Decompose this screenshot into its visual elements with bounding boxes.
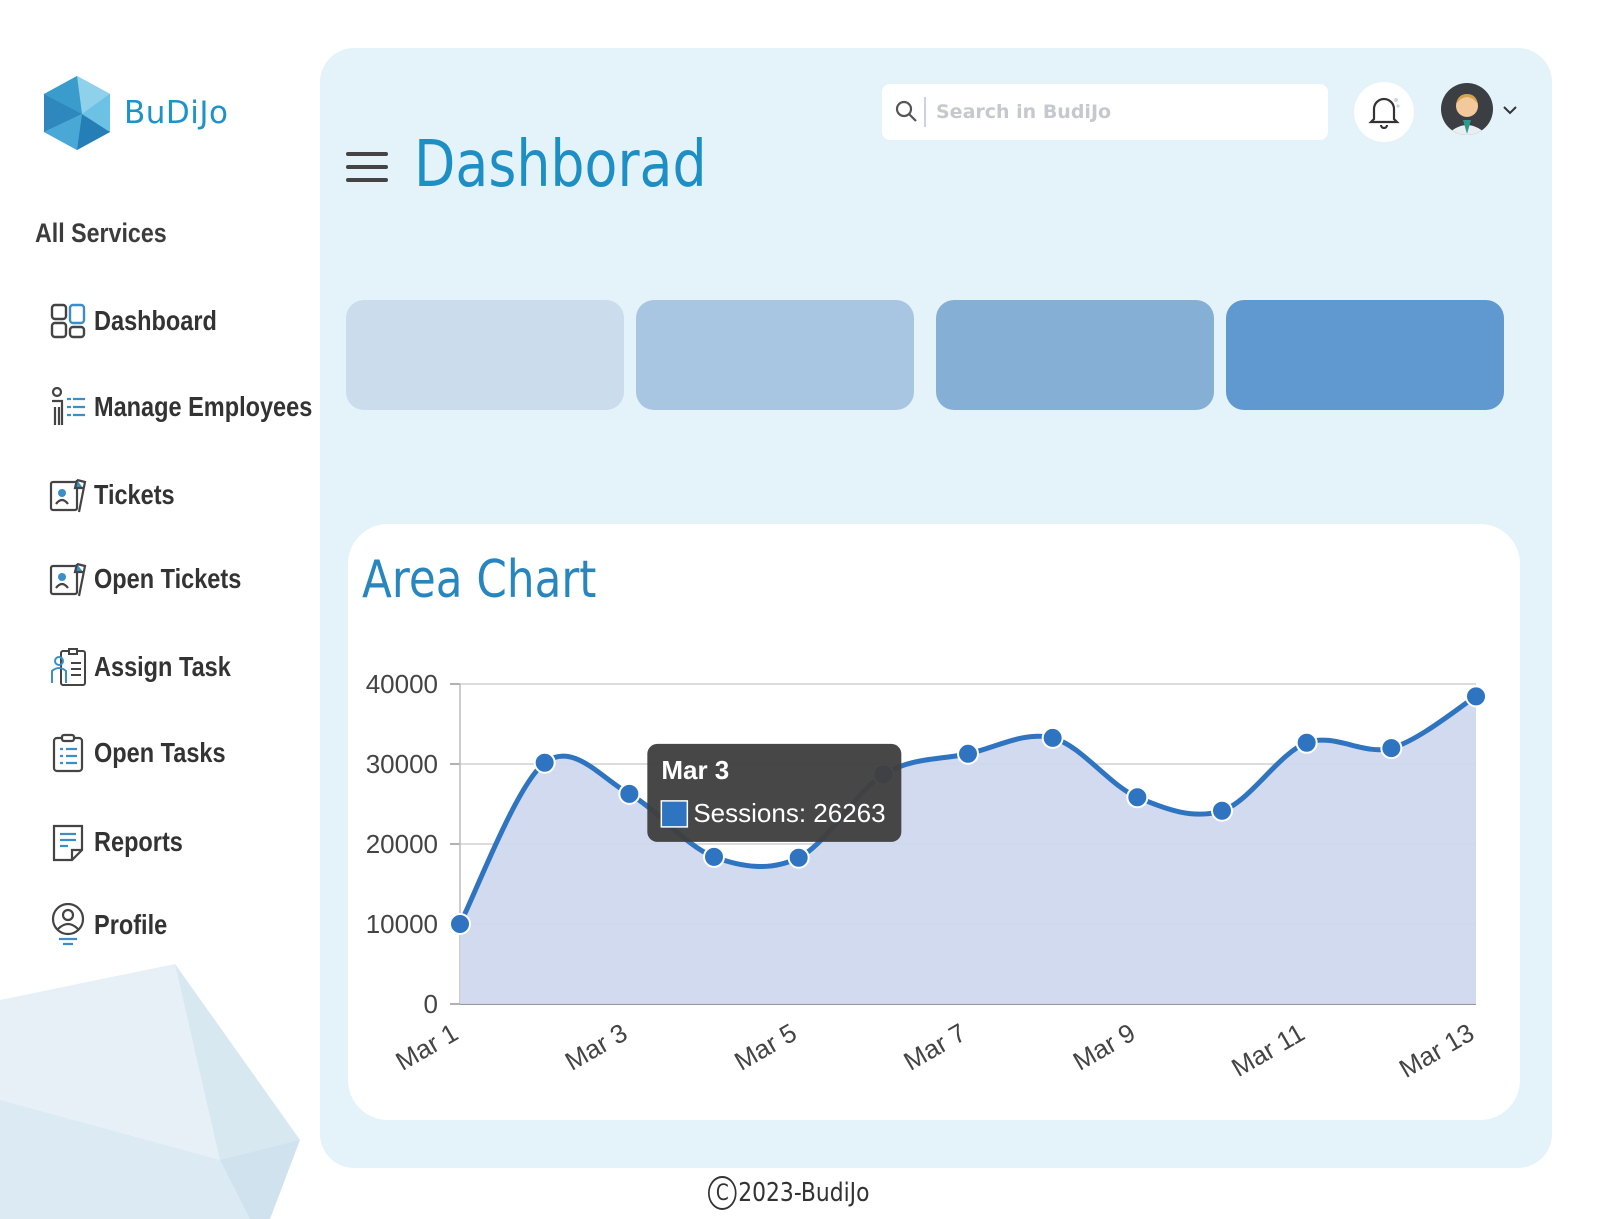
section-title: All Services <box>35 218 167 248</box>
tooltip-swatch <box>660 800 689 828</box>
tooltip-title: Mar 3 <box>661 755 729 785</box>
sidebar-item-label: Tickets <box>94 479 175 510</box>
clipboard-icon <box>48 733 88 773</box>
ticket-icon <box>48 475 88 515</box>
sidebar-item-manage-employees[interactable]: Manage Employees <box>48 387 354 427</box>
data-point <box>703 845 725 868</box>
data-point <box>1295 731 1318 754</box>
y-tick-label: 0 <box>424 989 438 1019</box>
dashboard-icon <box>48 301 88 341</box>
sidebar-item-label: Profile <box>94 909 168 940</box>
x-tick-label: Mar 5 <box>729 1017 802 1076</box>
search-box[interactable] <box>882 84 1328 140</box>
y-tick-label: 30000 <box>366 749 438 779</box>
data-point <box>533 751 556 774</box>
data-point <box>1211 799 1233 822</box>
x-tick-label: Mar 3 <box>560 1017 633 1076</box>
sidebar-item-label: Assign Task <box>94 651 231 682</box>
search-input[interactable] <box>934 100 1308 124</box>
notification-button[interactable] <box>1354 82 1414 142</box>
x-tick-label: Mar 7 <box>898 1017 971 1076</box>
x-tick-label: Mar 1 <box>390 1017 463 1076</box>
sidebar-item-open-tasks[interactable]: Open Tasks <box>48 733 251 773</box>
y-tick-label: 10000 <box>366 909 438 939</box>
logo-icon <box>44 76 110 150</box>
footer-text: 2023-BudiJo <box>738 1178 870 1208</box>
tooltip-value: Sessions: 26263 <box>693 798 885 828</box>
copyright-icon: C <box>708 1176 737 1210</box>
brand-logo[interactable]: BuDiJo <box>42 74 229 152</box>
stat-card[interactable] <box>1226 300 1504 410</box>
data-point <box>787 846 810 869</box>
sidebar-item-label: Open Tickets <box>94 563 242 594</box>
sidebar-item-assign-task[interactable]: Assign Task <box>48 647 257 687</box>
search-divider <box>924 97 926 127</box>
data-point <box>618 782 641 805</box>
sidebar: BuDiJo All Services Dashboard Manage Emp… <box>0 0 320 1219</box>
x-tick-label: Mar 9 <box>1068 1017 1141 1076</box>
stat-card[interactable] <box>346 300 624 410</box>
chevron-down-icon[interactable] <box>1500 100 1520 120</box>
menu-toggle-icon[interactable] <box>346 152 388 186</box>
sidebar-item-label: Dashboard <box>94 305 217 336</box>
sidebar-item-dashboard[interactable]: Dashboard <box>48 301 240 341</box>
report-icon <box>48 822 88 862</box>
stat-card[interactable] <box>636 300 914 410</box>
chart-title: Area Chart <box>362 550 597 610</box>
employees-icon <box>48 387 88 427</box>
data-point <box>1465 685 1487 708</box>
ticket-icon <box>48 559 88 599</box>
search-icon <box>895 100 917 122</box>
x-tick-label: Mar 11 <box>1226 1017 1309 1082</box>
area-chart: 0 10000 20000 30000 40000 Mar 1 Mar 3 Mar 5 Mar … <box>366 669 1487 1084</box>
profile-icon <box>48 903 88 946</box>
bell-icon <box>1368 97 1400 129</box>
sidebar-item-label: Manage Employees <box>94 391 313 422</box>
y-tick-label: 20000 <box>366 829 438 859</box>
assign-task-icon <box>48 647 88 687</box>
data-point <box>1041 726 1064 749</box>
data-point <box>1380 737 1403 760</box>
data-point <box>449 913 471 935</box>
data-point <box>1126 786 1149 809</box>
main-panel: Dashborad 0 10000 20000 30000 40000 Mar 1 Mar … <box>320 48 1552 1168</box>
y-tick-label: 40000 <box>366 669 438 699</box>
sidebar-item-label: Open Tasks <box>94 737 226 768</box>
data-point <box>957 742 979 765</box>
x-tick-label: Mar 13 <box>1394 1017 1479 1083</box>
page-title: Dashborad <box>414 128 707 202</box>
area-chart-card: 0 10000 20000 30000 40000 Mar 1 Mar 3 Mar 5 Mar … <box>348 524 1520 1120</box>
sidebar-item-open-tickets[interactable]: Open Tickets <box>48 559 269 599</box>
sidebar-item-label: Reports <box>94 826 183 857</box>
sidebar-item-tickets[interactable]: Tickets <box>48 475 190 515</box>
tooltip: Mar 3 Sessions: 26263 <box>647 743 902 842</box>
sidebar-item-profile[interactable]: Profile <box>48 903 181 946</box>
footer-copyright: C 2023-BudiJo <box>708 1176 869 1210</box>
user-avatar[interactable] <box>1440 82 1494 136</box>
logo-text: BuDiJo <box>124 95 229 131</box>
sidebar-item-reports[interactable]: Reports <box>48 822 200 862</box>
stat-card[interactable] <box>936 300 1214 410</box>
